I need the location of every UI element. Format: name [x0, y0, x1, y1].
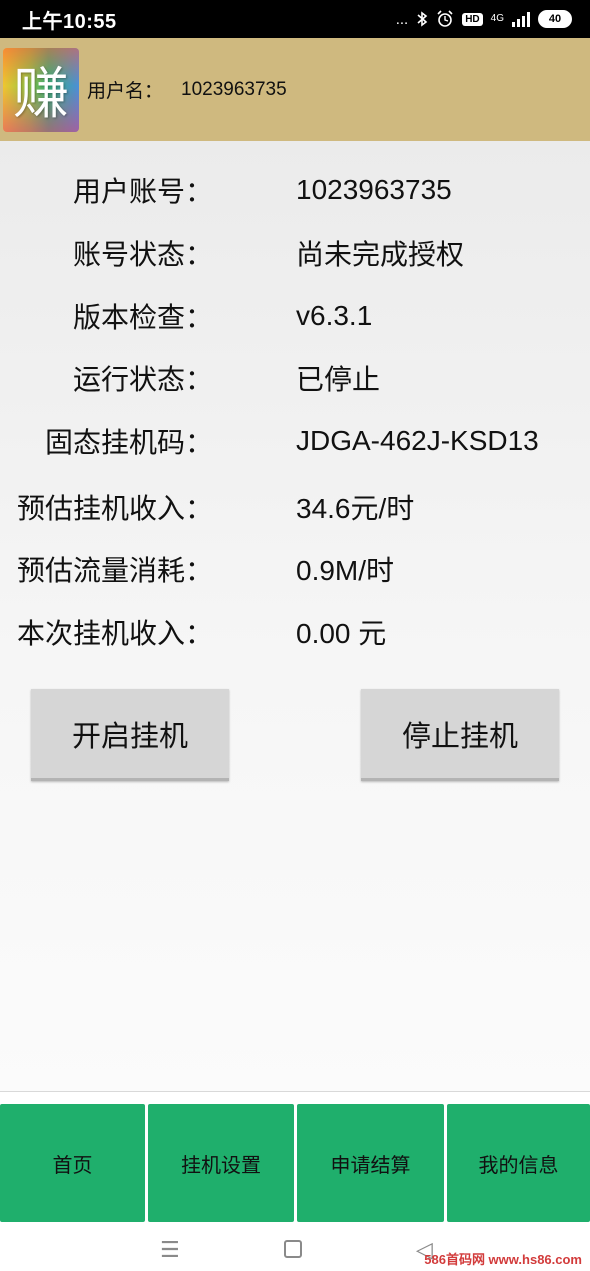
main-panel: 用户账号： 1023963735 账号状态： 尚未完成授权 版本检查： v6.3…: [0, 141, 590, 1092]
tab-request-settlement[interactable]: 申请结算: [297, 1104, 444, 1222]
tab-hosting-settings[interactable]: 挂机设置: [148, 1104, 294, 1222]
app-logo: 赚: [3, 47, 79, 132]
info-label: 本次挂机收入：: [16, 617, 213, 650]
info-row-account: 用户账号： 1023963735: [0, 165, 590, 215]
info-row-machine-code: 固态挂机码： JDGA-462J-KSD13: [0, 416, 590, 466]
info-label: 固态挂机码：: [44, 426, 213, 459]
status-time: 上午10:55: [22, 10, 117, 33]
menu-icon[interactable]: ☰: [160, 1238, 180, 1263]
alarm-icon: [436, 10, 454, 28]
bottom-tab-bar: 首页 挂机设置 申请结算 我的信息: [0, 1104, 590, 1222]
info-label: 用户账号：: [72, 175, 213, 208]
info-label: 预估挂机收入：: [16, 492, 213, 525]
tab-home[interactable]: 首页: [0, 1104, 145, 1222]
tab-my-info[interactable]: 我的信息: [447, 1104, 590, 1222]
bluetooth-icon: [416, 11, 428, 27]
info-row-run-status: 运行状态： 已停止: [0, 353, 590, 403]
watermark: 586首码网 www.hs86.com: [424, 1252, 582, 1267]
battery-icon: 40: [538, 10, 572, 28]
username-label: 用户名：: [87, 80, 164, 102]
info-row-version: 版本检查： v6.3.1: [0, 291, 590, 341]
status-bar: 上午10:55 ... HD 4G 40: [0, 0, 590, 38]
info-value: 1023963735: [296, 174, 452, 205]
info-label: 预估流量消耗：: [16, 554, 213, 587]
info-value: 尚未完成授权: [296, 239, 465, 270]
info-value: 0.9M/时: [296, 555, 395, 586]
info-value: JDGA-462J-KSD13: [296, 425, 539, 456]
info-value: 已停止: [296, 364, 381, 395]
username-value: 1023963735: [181, 78, 287, 100]
network-type-icon: 4G: [490, 13, 504, 24]
info-row-est-traffic: 预估流量消耗： 0.9M/时: [0, 544, 590, 594]
info-label: 版本检查：: [72, 301, 213, 334]
hd-icon: HD: [462, 12, 483, 26]
app-header: 赚 用户名： 1023963735: [0, 38, 590, 141]
info-label: 运行状态：: [72, 363, 213, 396]
logo-char: 赚: [13, 62, 69, 127]
info-label: 账号状态：: [72, 238, 213, 271]
info-value: 0.00 元: [296, 618, 387, 649]
signal-icon: [512, 11, 530, 27]
start-hosting-button[interactable]: 开启挂机: [31, 689, 229, 781]
info-value: 34.6元/时: [296, 493, 415, 524]
stop-hosting-button[interactable]: 停止挂机: [361, 689, 559, 781]
info-row-est-income: 预估挂机收入： 34.6元/时: [0, 482, 590, 532]
info-row-account-status: 账号状态： 尚未完成授权: [0, 228, 590, 278]
status-icons: ... HD 4G 40: [396, 10, 572, 28]
info-row-session-income: 本次挂机收入： 0.00 元: [0, 607, 590, 657]
info-value: v6.3.1: [296, 300, 373, 331]
more-dots-icon: ...: [395, 10, 409, 28]
home-icon[interactable]: [284, 1240, 302, 1258]
